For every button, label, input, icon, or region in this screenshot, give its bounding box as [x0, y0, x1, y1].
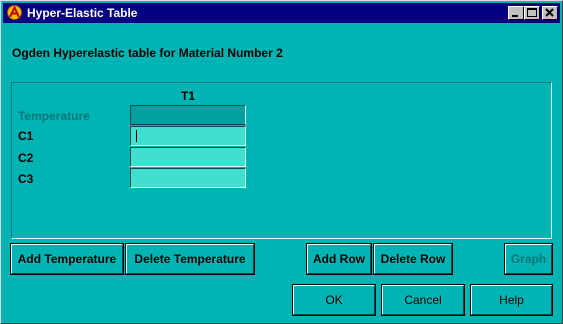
row-label-c2: C2 [18, 151, 34, 165]
maximize-button[interactable] [524, 6, 540, 20]
temperature-cell [130, 105, 246, 125]
row-label-c3: C3 [18, 172, 34, 186]
delete-temperature-button[interactable]: Delete Temperature [125, 243, 255, 275]
hyperelastic-table: T1 Temperature C1 C2 C3 [11, 82, 552, 239]
title-bar[interactable]: Hyper-Elastic Table [3, 3, 560, 23]
row-label-temperature: Temperature [18, 109, 90, 123]
column-header-t1: T1 [180, 89, 195, 103]
c2-input[interactable] [130, 147, 246, 167]
c3-input[interactable] [130, 168, 246, 188]
hyper-elastic-dialog: Hyper-Elastic Table Ogden Hyperelastic t… [0, 0, 563, 324]
minimize-button[interactable] [508, 6, 524, 20]
app-logo-icon [7, 5, 22, 20]
row-label-c1: C1 [18, 129, 34, 143]
minimize-icon [512, 15, 518, 17]
add-row-button[interactable]: Add Row [306, 243, 372, 275]
ok-button[interactable]: OK [292, 284, 376, 316]
dialog-heading: Ogden Hyperelastic table for Material Nu… [12, 46, 283, 60]
close-button[interactable] [542, 6, 558, 20]
maximize-icon [527, 8, 537, 17]
c1-input[interactable] [130, 126, 246, 146]
help-button[interactable]: Help [470, 284, 553, 316]
add-temperature-button[interactable]: Add Temperature [10, 243, 124, 275]
delete-row-button[interactable]: Delete Row [373, 243, 453, 275]
cancel-button[interactable]: Cancel [381, 284, 465, 316]
close-icon [545, 8, 554, 17]
window-title: Hyper-Elastic Table [27, 6, 138, 20]
graph-button: Graph [504, 243, 553, 275]
text-cursor [136, 130, 137, 142]
